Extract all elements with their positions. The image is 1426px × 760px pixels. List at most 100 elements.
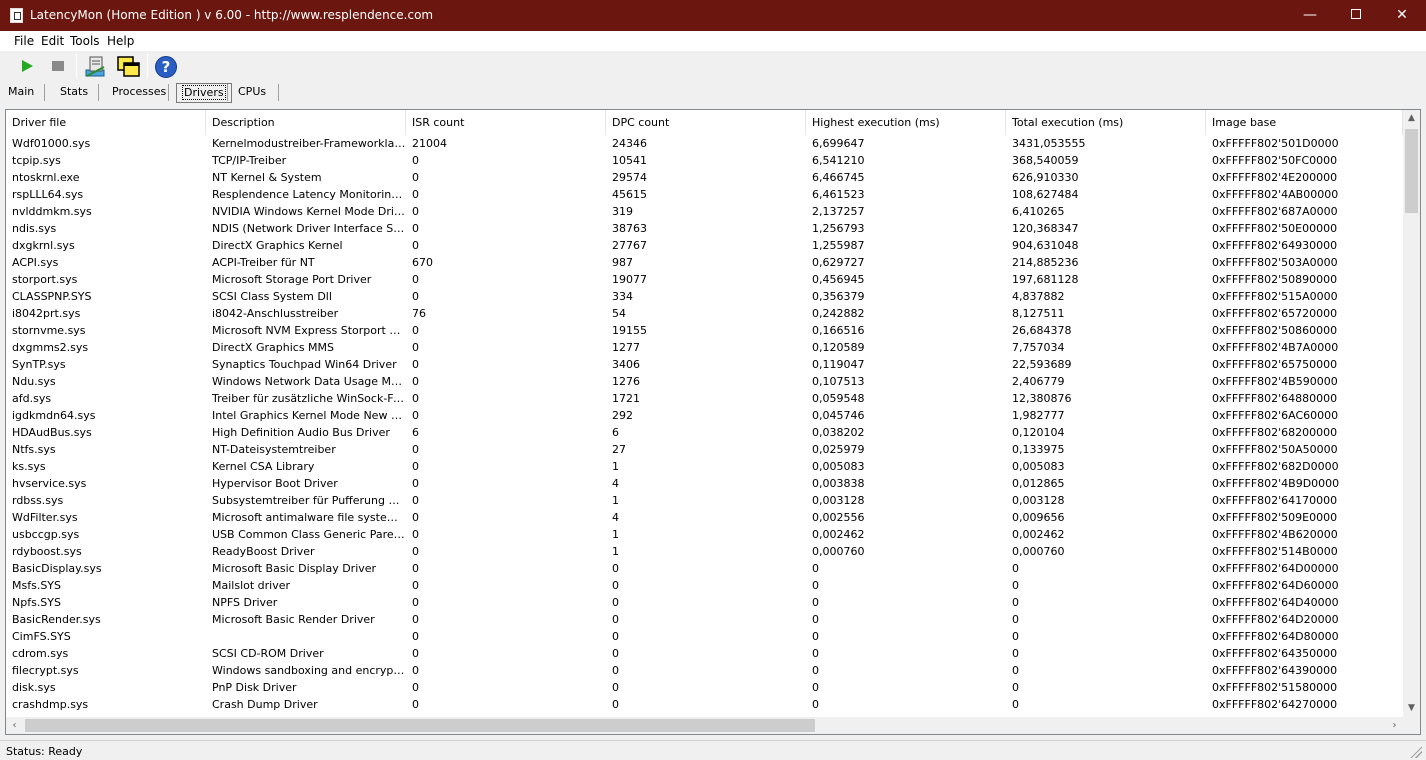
cell-dpc-count: 24346	[612, 137, 647, 150]
table-row[interactable]: BasicRender.sys Microsoft Basic Render Dr…	[6, 611, 1403, 628]
menu-tools[interactable]: Tools	[70, 34, 100, 48]
table-row[interactable]: tcpip.sys TCP/IP-Treiber 0 10541 6,541210 368…	[6, 152, 1403, 169]
scroll-down-icon[interactable]: ▼	[1403, 700, 1420, 717]
cell-highest-execution: 0,002462	[812, 528, 865, 541]
menu-edit[interactable]: Edit	[41, 34, 64, 48]
scrollbar-corner	[1403, 717, 1420, 734]
table-row[interactable]: filecrypt.sys Windows sandboxing and encr…	[6, 662, 1403, 679]
cell-highest-execution: 2,137257	[812, 205, 865, 218]
horizontal-scrollbar[interactable]: ‹ ›	[6, 717, 1403, 734]
minimize-button[interactable]: —	[1287, 0, 1333, 31]
cell-isr-count: 0	[412, 477, 419, 490]
table-row[interactable]: CimFS.SYS 0 0 0 0 0xFFFFF802'64D80000	[6, 628, 1403, 645]
tab-main[interactable]: Main	[3, 83, 39, 103]
vertical-scrollbar[interactable]: ▲ ▼	[1403, 110, 1420, 717]
resize-grip-icon[interactable]	[1410, 746, 1422, 758]
cell-total-execution: 0	[1012, 698, 1019, 711]
table-row[interactable]: cdrom.sys SCSI CD-ROM Driver 0 0 0 0 0xFFFFF80…	[6, 645, 1403, 662]
tab-drivers[interactable]: Drivers	[176, 83, 232, 103]
table-row[interactable]: usbccgp.sys USB Common Class Generic Pare…	[6, 526, 1403, 543]
cell-total-execution: 0,003128	[1012, 494, 1065, 507]
table-row[interactable]: WdFilter.sys Microsoft antimalware file s…	[6, 509, 1403, 526]
cell-description: Windows sandboxing and encryptio…	[212, 664, 406, 677]
table-row[interactable]: igdkmdn64.sys Intel Graphics Kernel Mode …	[6, 407, 1403, 424]
cell-highest-execution: 0,045746	[812, 409, 865, 422]
column-header-driver-file[interactable]: Driver file	[6, 110, 206, 135]
table-row[interactable]: SynTP.sys Synaptics Touchpad Win64 Driver…	[6, 356, 1403, 373]
cell-total-execution: 0,002462	[1012, 528, 1065, 541]
table-row[interactable]: HDAudBus.sys High Definition Audio Bus Dr…	[6, 424, 1403, 441]
vertical-scroll-thumb[interactable]	[1405, 129, 1418, 213]
menu-file[interactable]: File	[14, 34, 34, 48]
tab-cpus[interactable]: CPUs	[233, 83, 271, 103]
column-header-image-base[interactable]: Image base	[1206, 110, 1403, 135]
cell-isr-count: 0	[412, 528, 419, 541]
cell-description: Microsoft Storage Port Driver	[212, 273, 372, 286]
help-icon[interactable]: ?	[155, 56, 177, 78]
cell-highest-execution: 6,699647	[812, 137, 865, 150]
table-row[interactable]: Ntfs.sys NT-Dateisystemtreiber 0 27 0,025979…	[6, 441, 1403, 458]
table-row[interactable]: Msfs.SYS Mailslot driver 0 0 0 0 0xFFFFF802'64…	[6, 577, 1403, 594]
horizontal-scroll-thumb[interactable]	[25, 719, 815, 732]
table-row[interactable]: rdyboost.sys ReadyBoost Driver 0 1 0,000760 0…	[6, 543, 1403, 560]
cell-total-execution: 1,982777	[1012, 409, 1065, 422]
tab-separator	[278, 84, 279, 101]
cell-isr-count: 0	[412, 341, 419, 354]
table-row[interactable]: afd.sys Treiber für zusätzliche WinSock-F…	[6, 390, 1403, 407]
scroll-left-icon[interactable]: ‹	[6, 717, 23, 734]
maximize-button[interactable]	[1333, 0, 1379, 31]
report-icon[interactable]	[84, 55, 108, 79]
cell-dpc-count: 1	[612, 528, 619, 541]
table-row[interactable]: stornvme.sys Microsoft NVM Express Storpo…	[6, 322, 1403, 339]
tab-processes[interactable]: Processes	[107, 83, 171, 103]
cell-driver-file: nvlddmkm.sys	[12, 205, 92, 218]
table-row[interactable]: rspLLL64.sys Resplendence Latency Monitor…	[6, 186, 1403, 203]
table-row[interactable]: ACPI.sys ACPI-Treiber für NT 670 987 0,62972…	[6, 254, 1403, 271]
table-row[interactable]: dxgmms2.sys DirectX Graphics MMS 0 1277 0,12…	[6, 339, 1403, 356]
cell-image-base: 0xFFFFF802'68200000	[1212, 426, 1338, 439]
scroll-up-icon[interactable]: ▲	[1403, 110, 1420, 127]
table-row[interactable]: crashdmp.sys Crash Dump Driver 0 0 0 0 0xFFFFF…	[6, 696, 1403, 713]
table-row[interactable]: BasicDisplay.sys Microsoft Basic Display …	[6, 560, 1403, 577]
menu-help[interactable]: Help	[107, 34, 134, 48]
cell-highest-execution: 1,255987	[812, 239, 865, 252]
column-header-dpc-count[interactable]: DPC count	[606, 110, 806, 135]
windows-icon[interactable]	[117, 56, 141, 78]
table-row[interactable]: storport.sys Microsoft Storage Port Drive…	[6, 271, 1403, 288]
table-row[interactable]: hvservice.sys Hypervisor Boot Driver 0 4 0,0…	[6, 475, 1403, 492]
cell-driver-file: ntoskrnl.exe	[12, 171, 80, 184]
cell-description: ReadyBoost Driver	[212, 545, 315, 558]
table-row[interactable]: Ndu.sys Windows Network Data Usage Monit……	[6, 373, 1403, 390]
table-row[interactable]: Npfs.SYS NPFS Driver 0 0 0 0 0xFFFFF802'64D400…	[6, 594, 1403, 611]
cell-dpc-count: 0	[612, 664, 619, 677]
tab-stats[interactable]: Stats	[55, 83, 93, 103]
table-row[interactable]: disk.sys PnP Disk Driver 0 0 0 0 0xFFFFF802'51…	[6, 679, 1403, 696]
table-row[interactable]: CLASSPNP.SYS SCSI Class System Dll 0 334 0,3…	[6, 288, 1403, 305]
column-header-isr-count[interactable]: ISR count	[406, 110, 606, 135]
cell-driver-file: dxgkrnl.sys	[12, 239, 75, 252]
table-row[interactable]: nvlddmkm.sys NVIDIA Windows Kernel Mode D…	[6, 203, 1403, 220]
drivers-list[interactable]: Driver file Description ISR count DPC co…	[5, 109, 1421, 735]
column-header-total-execution[interactable]: Total execution (ms)	[1006, 110, 1206, 135]
cell-isr-count: 0	[412, 460, 419, 473]
table-row[interactable]: rdbss.sys Subsystemtreiber für Pufferung …	[6, 492, 1403, 509]
table-row[interactable]: ks.sys Kernel CSA Library 0 1 0,005083 0,0050…	[6, 458, 1403, 475]
cell-highest-execution: 6,461523	[812, 188, 865, 201]
cell-isr-count: 0	[412, 443, 419, 456]
table-row[interactable]: Wdf01000.sys Kernelmodustreiber-Framework…	[6, 135, 1403, 152]
column-header-description[interactable]: Description	[206, 110, 406, 135]
scroll-right-icon[interactable]: ›	[1386, 717, 1403, 734]
table-row[interactable]: ndis.sys NDIS (Network Driver Interface S…	[6, 220, 1403, 237]
cell-isr-count: 0	[412, 630, 419, 643]
cell-description: Crash Dump Driver	[212, 698, 318, 711]
cell-image-base: 0xFFFFF802'514B0000	[1212, 545, 1338, 558]
table-row[interactable]: dxgkrnl.sys DirectX Graphics Kernel 0 27767…	[6, 237, 1403, 254]
table-row[interactable]: i8042prt.sys i8042-Anschlusstreiber 76 54 0,…	[6, 305, 1403, 322]
table-row[interactable]: ntoskrnl.exe NT Kernel & System 0 29574 6,46…	[6, 169, 1403, 186]
column-header-highest-execution[interactable]: Highest execution (ms)	[806, 110, 1006, 135]
cell-driver-file: WdFilter.sys	[12, 511, 78, 524]
close-button[interactable]: ✕	[1379, 0, 1425, 31]
cell-total-execution: 26,684378	[1012, 324, 1072, 337]
tab-separator	[98, 84, 99, 101]
cell-dpc-count: 6	[612, 426, 619, 439]
